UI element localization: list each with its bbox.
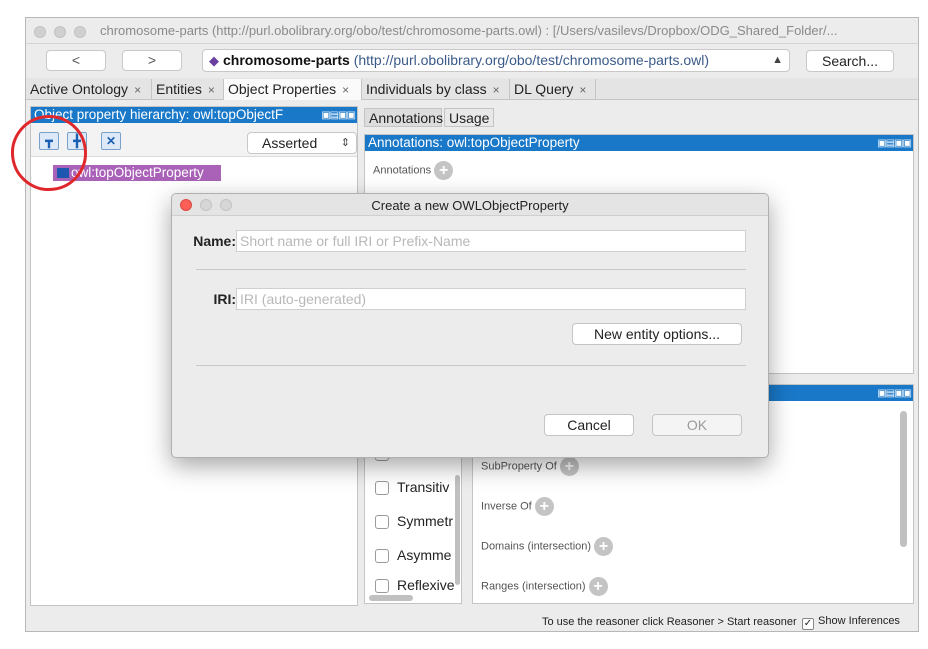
inverse-of-section: Inverse Of + bbox=[481, 497, 554, 516]
tab-annotations[interactable]: Annotations bbox=[364, 108, 443, 127]
create-object-property-dialog: Create a new OWLObjectProperty Name: IRI… bbox=[171, 193, 769, 458]
section-label: Inverse Of bbox=[481, 500, 532, 513]
close-tab-icon[interactable]: × bbox=[342, 83, 349, 97]
annotations-label: Annotations bbox=[373, 164, 432, 177]
tab-label: Entities bbox=[156, 81, 202, 97]
asserted-view-select[interactable]: Asserted ⇕ bbox=[247, 132, 357, 154]
close-tab-icon[interactable]: × bbox=[208, 83, 215, 97]
tab-usage[interactable]: Usage bbox=[444, 108, 494, 127]
section-label: Domains (intersection) bbox=[481, 540, 592, 553]
ontology-name: chromosome-parts bbox=[223, 52, 350, 68]
iri-label: IRI: bbox=[213, 291, 236, 307]
tab-label: Individuals by class bbox=[366, 81, 487, 97]
ok-button[interactable]: OK bbox=[652, 414, 742, 436]
characteristic-label: Reflexive bbox=[397, 577, 455, 593]
selector-stepper-icon: ▲ bbox=[772, 54, 783, 66]
symmetric-checkbox[interactable] bbox=[375, 515, 389, 529]
asymmetric-checkbox[interactable] bbox=[375, 549, 389, 563]
tab-active-ontology[interactable]: Active Ontology × bbox=[26, 79, 152, 100]
divider bbox=[196, 269, 746, 270]
ontology-diamond-icon: ◆ bbox=[209, 53, 219, 68]
panel-window-controls-icon[interactable]: ▣▤▣▣ bbox=[877, 386, 912, 401]
close-tab-icon[interactable]: × bbox=[134, 83, 141, 97]
characteristic-label: Asymme bbox=[397, 547, 452, 563]
characteristic-label: Symmetr bbox=[397, 513, 453, 529]
tab-object-properties[interactable]: Object Properties × bbox=[224, 79, 362, 100]
add-subproperty-of-icon[interactable]: + bbox=[559, 457, 579, 476]
tab-label: DL Query bbox=[514, 81, 574, 97]
delete-property-icon[interactable]: ✕ bbox=[101, 132, 121, 150]
forward-button[interactable]: > bbox=[122, 50, 182, 71]
add-annotation-icon[interactable]: + bbox=[434, 161, 454, 180]
toolbar: < > ◆ chromosome-parts (http://purl.oboli… bbox=[26, 44, 918, 78]
section-label: Ranges (intersection) bbox=[481, 580, 586, 593]
status-bar: To use the reasoner click Reasoner > Sta… bbox=[26, 612, 918, 631]
tab-dl-query[interactable]: DL Query × bbox=[510, 79, 596, 100]
vertical-scrollbar[interactable] bbox=[455, 475, 460, 585]
show-inferences-toggle[interactable]: ✓ Show Inferences bbox=[802, 615, 900, 630]
back-button[interactable]: < bbox=[46, 50, 106, 71]
characteristic-label: Transitiv bbox=[397, 479, 450, 495]
hierarchy-panel-title: Object property hierarchy: owl:topObject… bbox=[34, 107, 284, 122]
hierarchy-panel-header: Object property hierarchy: owl:topObject… bbox=[31, 107, 357, 123]
panel-window-controls-icon[interactable]: ▣▤▣▣ bbox=[877, 136, 912, 151]
ranges-section: Ranges (intersection) + bbox=[481, 577, 608, 596]
subproperty-of-section: SubProperty Of + bbox=[481, 457, 579, 476]
add-domain-icon[interactable]: + bbox=[594, 537, 614, 556]
iri-input[interactable] bbox=[236, 288, 746, 310]
name-label: Name: bbox=[193, 233, 236, 249]
new-entity-options-button[interactable]: New entity options... bbox=[572, 323, 742, 345]
vertical-scrollbar[interactable] bbox=[900, 411, 907, 547]
cancel-button[interactable]: Cancel bbox=[544, 414, 634, 436]
section-label: SubProperty Of bbox=[481, 460, 557, 473]
tab-individuals-by-class[interactable]: Individuals by class × bbox=[362, 79, 510, 100]
transitive-checkbox[interactable] bbox=[375, 481, 389, 495]
tab-entities[interactable]: Entities × bbox=[152, 79, 224, 100]
annotations-panel-header: Annotations: owl:topObjectProperty ▣▤▣▣ bbox=[365, 135, 913, 151]
annotations-section: Annotations + bbox=[373, 161, 454, 180]
panel-window-controls-icon[interactable]: ▣▤▣▣ bbox=[321, 108, 356, 123]
tab-label: Active Ontology bbox=[30, 81, 129, 97]
dialog-title: Create a new OWLObjectProperty bbox=[371, 198, 569, 213]
reasoner-status: To use the reasoner click Reasoner > Sta… bbox=[542, 616, 797, 628]
title-bar: chromosome-parts (http://purl.obolibrary… bbox=[26, 18, 918, 44]
ontology-selector[interactable]: ◆ chromosome-parts (http://purl.obolibrar… bbox=[202, 49, 790, 72]
tree-item-label: owl:topObjectProperty bbox=[71, 165, 204, 180]
close-tab-icon[interactable]: × bbox=[579, 83, 586, 97]
add-range-icon[interactable]: + bbox=[588, 577, 608, 596]
minimize-window-icon[interactable] bbox=[54, 26, 66, 38]
horizontal-scrollbar[interactable] bbox=[369, 595, 413, 601]
window-title: chromosome-parts (http://purl.obolibrary… bbox=[100, 23, 838, 38]
domains-section: Domains (intersection) + bbox=[481, 537, 614, 556]
zoom-window-icon[interactable] bbox=[74, 26, 86, 38]
ontology-iri: (http://purl.obolibrary.org/obo/test/chr… bbox=[353, 52, 710, 68]
show-inferences-label: Show Inferences bbox=[818, 615, 900, 627]
asserted-label: Asserted bbox=[262, 135, 318, 151]
close-tab-icon[interactable]: × bbox=[493, 83, 500, 97]
tab-bar: Active Ontology × Entities × Object Proper… bbox=[26, 78, 918, 100]
divider bbox=[196, 365, 746, 366]
tab-label: Object Properties bbox=[228, 81, 337, 97]
reflexive-checkbox[interactable] bbox=[375, 579, 389, 593]
close-window-icon[interactable] bbox=[34, 26, 46, 38]
checkmark-icon[interactable]: ✓ bbox=[802, 618, 814, 630]
select-stepper-icon: ⇕ bbox=[340, 137, 350, 149]
dialog-title-bar: Create a new OWLObjectProperty bbox=[172, 194, 768, 216]
name-input[interactable] bbox=[236, 230, 746, 252]
search-button[interactable]: Search... bbox=[806, 50, 894, 72]
add-inverse-of-icon[interactable]: + bbox=[534, 497, 554, 516]
annotations-panel-title: Annotations: owl:topObjectProperty bbox=[368, 135, 580, 150]
